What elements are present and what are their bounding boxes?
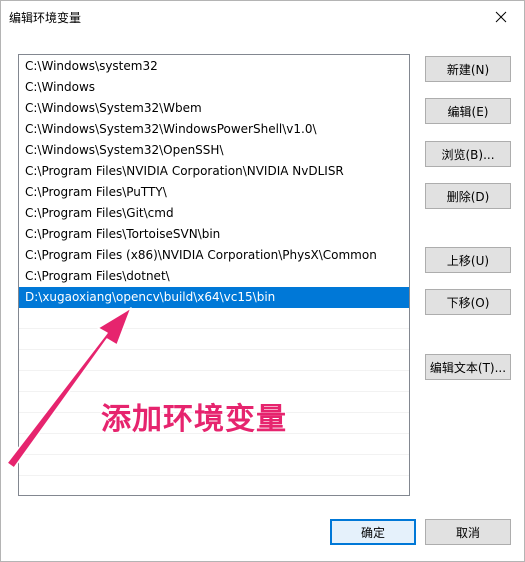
list-item[interactable]: C:\Program Files\Git\cmd bbox=[19, 203, 409, 224]
list-item[interactable]: C:\Program Files\dotnet\ bbox=[19, 266, 409, 287]
title-bar: 编辑环境变量 bbox=[1, 1, 524, 33]
list-item[interactable]: C:\Program Files\PuTTY\ bbox=[19, 182, 409, 203]
list-item[interactable]: C:\Program Files\NVIDIA Corporation\NVID… bbox=[19, 161, 409, 182]
close-icon bbox=[495, 11, 507, 23]
empty-list-row bbox=[19, 476, 409, 495]
close-button[interactable] bbox=[478, 1, 524, 33]
window-title: 编辑环境变量 bbox=[9, 11, 82, 25]
edit-button[interactable]: 编辑(E) bbox=[425, 98, 511, 124]
list-item[interactable]: C:\Windows\System32\WindowsPowerShell\v1… bbox=[19, 119, 409, 140]
empty-list-row bbox=[19, 329, 409, 350]
ok-button[interactable]: 确定 bbox=[330, 519, 416, 545]
list-item[interactable]: C:\Windows bbox=[19, 77, 409, 98]
list-item[interactable]: C:\Windows\System32\OpenSSH\ bbox=[19, 140, 409, 161]
list-item[interactable]: C:\Windows\System32\Wbem bbox=[19, 98, 409, 119]
move-up-button[interactable]: 上移(U) bbox=[425, 247, 511, 273]
list-item[interactable]: D:\xugaoxiang\opencv\build\x64\vc15\bin bbox=[19, 287, 409, 308]
edit-env-var-dialog: 编辑环境变量 C:\Windows\system32 C:\Windows C:\W… bbox=[0, 0, 525, 562]
list-item[interactable]: C:\Program Files\TortoiseSVN\bin bbox=[19, 224, 409, 245]
new-button[interactable]: 新建(N) bbox=[425, 56, 511, 82]
move-down-button[interactable]: 下移(O) bbox=[425, 289, 511, 315]
empty-list-row bbox=[19, 308, 409, 329]
list-item[interactable]: C:\Windows\system32 bbox=[19, 56, 409, 77]
list-item[interactable]: C:\Program Files (x86)\NVIDIA Corporatio… bbox=[19, 245, 409, 266]
annotation-label: 添加环境变量 bbox=[101, 402, 287, 437]
delete-button[interactable]: 删除(D) bbox=[425, 183, 511, 209]
empty-list-row bbox=[19, 455, 409, 476]
empty-list-row bbox=[19, 350, 409, 371]
empty-list-row bbox=[19, 371, 409, 392]
browse-button[interactable]: 浏览(B)... bbox=[425, 141, 511, 167]
edit-text-button[interactable]: 编辑文本(T)... bbox=[425, 354, 511, 380]
cancel-button[interactable]: 取消 bbox=[425, 519, 511, 545]
